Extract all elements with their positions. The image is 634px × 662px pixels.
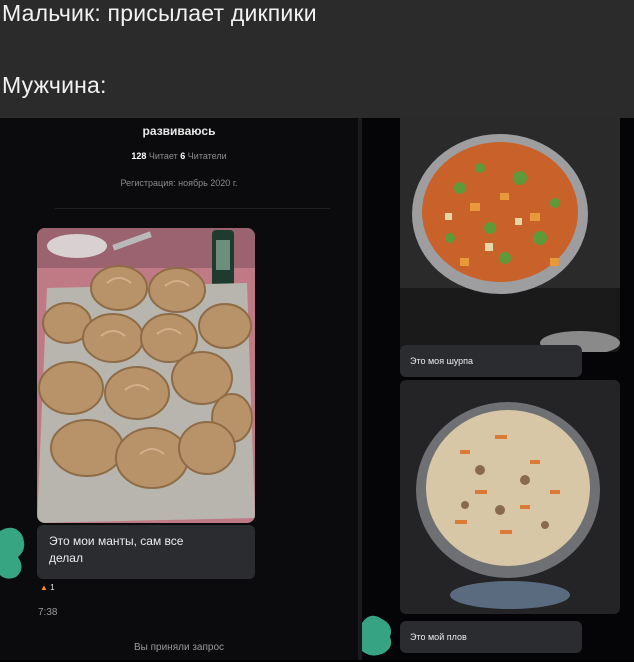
plov-photo[interactable] (400, 380, 620, 614)
message-text-manty: Это мои манты, сам все делал (49, 534, 184, 565)
chat-screenshot-left: развиваюсь 128 Читает 6 Читатели Регистр… (0, 118, 358, 660)
followers-label: Читатели (187, 151, 227, 161)
following-count: 128 (131, 151, 147, 161)
reaction-badge[interactable]: ▲ 1 (40, 583, 55, 592)
message-time: 7:38 (38, 607, 58, 618)
shurpa-photo[interactable] (400, 118, 620, 352)
request-accepted-label: Вы приняли запрос (133, 642, 225, 653)
message-bubble-manty[interactable]: Это мои манты, сам все делал (37, 525, 255, 579)
chat-screenshot-right: Это моя шурпа Это мой плов (362, 118, 634, 660)
caption-line-man: Мужчина: (2, 72, 107, 98)
avatar-redacted (0, 523, 26, 584)
divider (55, 208, 330, 209)
message-text-shurpa: Это моя шурпа (410, 356, 474, 366)
reaction-count: 1 (50, 583, 55, 592)
manty-photo[interactable] (37, 228, 255, 523)
caption-line-boy: Мальчик: присылает дикпики (2, 0, 317, 26)
registration-date: Регистрация: ноябрь 2020 г. (120, 178, 238, 188)
message-bubble-shurpa[interactable]: Это моя шурпа (400, 345, 582, 377)
profile-stats: 128 Читает 6 Читатели (0, 151, 358, 161)
following-label: Читает (148, 151, 178, 161)
message-text-plov: Это мой плов (410, 632, 467, 642)
message-bubble-plov[interactable]: Это мой плов (400, 621, 582, 653)
avatar-redacted-right (362, 613, 394, 662)
followers-count: 6 (180, 151, 186, 161)
meme-caption: Мальчик: присылает дикпики Мужчина: (0, 0, 634, 118)
profile-status: развиваюсь (142, 124, 216, 138)
fire-icon: ▲ (40, 583, 48, 592)
